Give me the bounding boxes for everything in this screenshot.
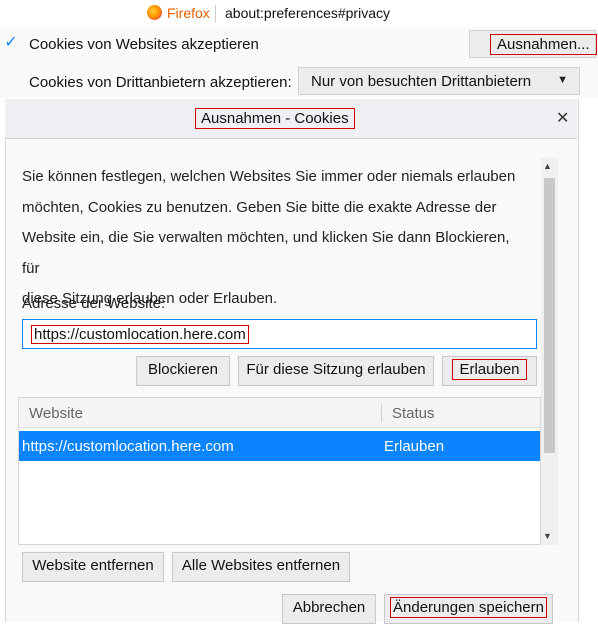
checkmark-icon[interactable]: ✓ [3,35,19,51]
third-party-select[interactable]: Nur von besuchten Drittanbietern ▼ [298,67,580,95]
close-icon[interactable]: ✕ [556,108,569,128]
save-changes-label: Änderungen speichern [390,597,547,618]
remove-website-button[interactable]: Website entfernen [22,552,164,582]
column-header-website[interactable]: Website [29,405,83,422]
allow-button-label: Erlauben [452,359,527,380]
browser-name: Firefox [167,5,210,21]
description-line: Sie können festlegen, welchen Websites S… [22,168,516,185]
third-party-select-value: Nur von besuchten Drittanbietern [311,73,532,90]
row-website[interactable]: https://customlocation.here.com [22,438,234,455]
block-button[interactable]: Blockieren [136,356,230,386]
remove-all-websites-button[interactable]: Alle Websites entfernen [172,552,350,582]
scrollbar-thumb[interactable] [544,178,555,453]
allow-button[interactable]: Erlauben [442,356,537,386]
save-changes-button[interactable]: Änderungen speichern [384,594,553,624]
address-label: Adresse der Website: [22,295,166,312]
column-header-status[interactable]: Status [392,405,435,422]
address-input-value: https://customlocation.here.com [31,325,249,344]
firefox-logo-icon [147,5,162,20]
allow-session-button[interactable]: Für diese Sitzung erlauben [238,356,434,386]
dialog-description: Sie können festlegen, welchen Websites S… [22,162,522,315]
description-line: möchten, Cookies zu benutzen. Geben Sie … [22,198,497,216]
url-text[interactable]: about:preferences#privacy [225,5,390,21]
cancel-button[interactable]: Abbrechen [282,594,376,624]
address-input[interactable]: https://customlocation.here.com [22,319,537,349]
chevron-down-icon: ▼ [557,74,568,86]
accept-cookies-label[interactable]: Cookies von Websites akzeptieren [29,36,259,53]
scroll-down-icon[interactable]: ▼ [543,531,552,541]
description-line: Website ein, die Sie verwalten möchten, … [22,229,510,277]
third-party-label: Cookies von Drittanbietern akzeptieren: [29,74,292,91]
column-divider[interactable] [381,404,382,422]
exceptions-button[interactable]: Ausnahmen... [469,30,597,58]
url-separator [215,5,216,22]
list-header [19,398,540,428]
dialog-title: Ausnahmen - Cookies [195,108,355,129]
exceptions-button-label: Ausnahmen... [490,34,597,55]
row-status[interactable]: Erlauben [384,438,444,455]
scroll-up-icon[interactable]: ▲ [543,161,552,171]
